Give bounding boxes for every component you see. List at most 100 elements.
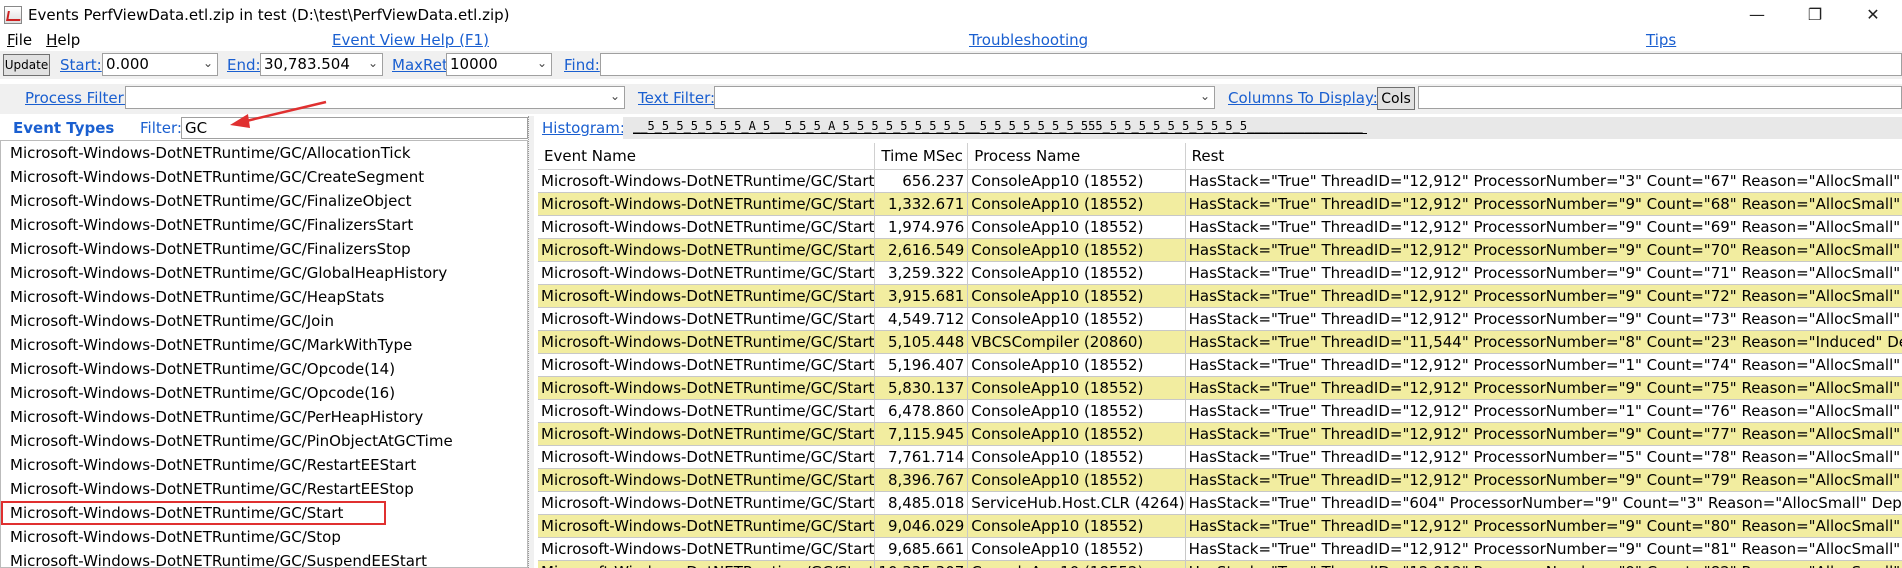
cell-event-name[interactable]: Microsoft-Windows-DotNETRuntime/GC/Start	[538, 422, 876, 446]
cell-event-name[interactable]: Microsoft-Windows-DotNETRuntime/GC/Start	[538, 468, 876, 492]
event-types-list[interactable]: Microsoft-Windows-DotNETRuntime/GC/Alloc…	[0, 140, 528, 568]
cell-process-name[interactable]: ConsoleApp10 (18552)	[967, 307, 1186, 331]
table-row[interactable]: Microsoft-Windows-DotNETRuntime/GC/Start…	[538, 330, 1902, 354]
cell-process-name[interactable]: ConsoleApp10 (18552)	[967, 376, 1186, 400]
cell-time-msec[interactable]: 7,115.945	[874, 422, 969, 446]
cell-rest[interactable]: HasStack="True" ThreadID="12,912" Proces…	[1185, 284, 1902, 308]
cell-process-name[interactable]: ConsoleApp10 (18552)	[967, 445, 1186, 469]
cell-process-name[interactable]: ConsoleApp10 (18552)	[967, 261, 1186, 285]
columns-input[interactable]	[1418, 86, 1902, 109]
table-row[interactable]: Microsoft-Windows-DotNETRuntime/GC/Start…	[538, 261, 1902, 285]
cell-time-msec[interactable]: 9,685.661	[874, 537, 969, 561]
table-row[interactable]: Microsoft-Windows-DotNETRuntime/GC/Start…	[538, 537, 1902, 561]
event-type-item[interactable]: Microsoft-Windows-DotNETRuntime/GC/Final…	[1, 237, 527, 261]
cell-time-msec[interactable]: 9,046.029	[874, 514, 969, 538]
table-row[interactable]: Microsoft-Windows-DotNETRuntime/GC/Start…	[538, 353, 1902, 377]
table-row[interactable]: Microsoft-Windows-DotNETRuntime/GC/Start…	[538, 376, 1902, 400]
cell-rest[interactable]: HasStack="True" ThreadID="12,912" Proces…	[1185, 307, 1902, 331]
table-row[interactable]: Microsoft-Windows-DotNETRuntime/GC/Start…	[538, 169, 1902, 193]
cell-process-name[interactable]: ConsoleApp10 (18552)	[967, 422, 1186, 446]
text-filter-combo[interactable]: ⌄	[714, 86, 1215, 109]
event-type-item[interactable]: Microsoft-Windows-DotNETRuntime/GC/Suspe…	[1, 549, 527, 567]
event-type-item[interactable]: Microsoft-Windows-DotNETRuntime/GC/HeapS…	[1, 285, 527, 309]
table-row[interactable]: Microsoft-Windows-DotNETRuntime/GC/Start…	[538, 560, 1902, 568]
event-type-item[interactable]: Microsoft-Windows-DotNETRuntime/GC/Final…	[1, 189, 527, 213]
table-row[interactable]: Microsoft-Windows-DotNETRuntime/GC/Start…	[538, 307, 1902, 331]
cell-event-name[interactable]: Microsoft-Windows-DotNETRuntime/GC/Start	[538, 307, 876, 331]
event-type-item[interactable]: Microsoft-Windows-DotNETRuntime/GC/Resta…	[1, 477, 527, 501]
cell-rest[interactable]: HasStack="True" ThreadID="12,912" Proces…	[1185, 560, 1902, 568]
maxret-combo[interactable]: 10000 ⌄	[446, 53, 552, 76]
cell-rest[interactable]: HasStack="True" ThreadID="12,912" Proces…	[1185, 353, 1902, 377]
cell-time-msec[interactable]: 1,974.976	[874, 215, 969, 239]
cell-time-msec[interactable]: 8,396.767	[874, 468, 969, 492]
update-button[interactable]: Update	[3, 54, 50, 76]
cell-process-name[interactable]: ConsoleApp10 (18552)	[967, 560, 1186, 568]
cell-rest[interactable]: HasStack="True" ThreadID="12,912" Proces…	[1185, 537, 1902, 561]
events-grid[interactable]: Event Name Time MSec Process Name Rest M…	[538, 143, 1902, 568]
cell-rest[interactable]: HasStack="True" ThreadID="604" Processor…	[1185, 491, 1902, 515]
cell-event-name[interactable]: Microsoft-Windows-DotNETRuntime/GC/Start	[538, 353, 876, 377]
cell-rest[interactable]: HasStack="True" ThreadID="12,912" Proces…	[1185, 514, 1902, 538]
event-type-item[interactable]: Microsoft-Windows-DotNETRuntime/GC/Globa…	[1, 261, 527, 285]
find-input[interactable]	[600, 53, 1902, 76]
event-type-item[interactable]: Microsoft-Windows-DotNETRuntime/GC/Final…	[1, 213, 527, 237]
cell-time-msec[interactable]: 2,616.549	[874, 238, 969, 262]
pane-splitter[interactable]	[528, 116, 534, 568]
cell-process-name[interactable]: ConsoleApp10 (18552)	[967, 169, 1186, 193]
cell-time-msec[interactable]: 6,478.860	[874, 399, 969, 423]
table-row[interactable]: Microsoft-Windows-DotNETRuntime/GC/Start…	[538, 491, 1902, 515]
cell-rest[interactable]: HasStack="True" ThreadID="12,912" Proces…	[1185, 376, 1902, 400]
cell-time-msec[interactable]: 1,332.671	[874, 192, 969, 216]
cell-event-name[interactable]: Microsoft-Windows-DotNETRuntime/GC/Start	[538, 238, 876, 262]
table-row[interactable]: Microsoft-Windows-DotNETRuntime/GC/Start…	[538, 514, 1902, 538]
cell-time-msec[interactable]: 7,761.714	[874, 445, 969, 469]
cell-process-name[interactable]: ConsoleApp10 (18552)	[967, 215, 1186, 239]
cell-process-name[interactable]: ConsoleApp10 (18552)	[967, 238, 1186, 262]
cell-event-name[interactable]: Microsoft-Windows-DotNETRuntime/GC/Start	[538, 215, 876, 239]
table-row[interactable]: Microsoft-Windows-DotNETRuntime/GC/Start…	[538, 422, 1902, 446]
cell-rest[interactable]: HasStack="True" ThreadID="12,912" Proces…	[1185, 468, 1902, 492]
cell-time-msec[interactable]: 3,915.681	[874, 284, 969, 308]
tips-link[interactable]: Tips	[1646, 31, 1676, 49]
table-row[interactable]: Microsoft-Windows-DotNETRuntime/GC/Start…	[538, 468, 1902, 492]
process-filter-combo[interactable]: ⌄	[125, 86, 625, 109]
event-type-item[interactable]: Microsoft-Windows-DotNETRuntime/GC/Stop	[1, 525, 527, 549]
cell-time-msec[interactable]: 10,335.307	[874, 560, 969, 568]
cell-time-msec[interactable]: 8,485.018	[874, 491, 969, 515]
cell-event-name[interactable]: Microsoft-Windows-DotNETRuntime/GC/Start	[538, 491, 876, 515]
table-row[interactable]: Microsoft-Windows-DotNETRuntime/GC/Start…	[538, 284, 1902, 308]
event-type-item[interactable]: Microsoft-Windows-DotNETRuntime/GC/Opcod…	[1, 357, 527, 381]
cell-process-name[interactable]: VBCSCompiler (20860)	[967, 330, 1186, 354]
event-type-item[interactable]: Microsoft-Windows-DotNETRuntime/GC/Join	[1, 309, 527, 333]
event-type-item[interactable]: Microsoft-Windows-DotNETRuntime/GC/Opcod…	[1, 381, 527, 405]
event-view-help-link[interactable]: Event View Help (F1)	[332, 31, 489, 49]
table-row[interactable]: Microsoft-Windows-DotNETRuntime/GC/Start…	[538, 399, 1902, 423]
cell-rest[interactable]: HasStack="True" ThreadID="12,912" Proces…	[1185, 192, 1902, 216]
end-combo[interactable]: 30,783.504 ⌄	[260, 53, 383, 76]
cell-rest[interactable]: HasStack="True" ThreadID="11,544" Proces…	[1185, 330, 1902, 354]
cell-event-name[interactable]: Microsoft-Windows-DotNETRuntime/GC/Start	[538, 284, 876, 308]
cell-time-msec[interactable]: 5,830.137	[874, 376, 969, 400]
event-type-item[interactable]: Microsoft-Windows-DotNETRuntime/GC/PerHe…	[1, 405, 527, 429]
troubleshooting-link[interactable]: Troubleshooting	[969, 31, 1088, 49]
event-type-item[interactable]: Microsoft-Windows-DotNETRuntime/GC/Start	[1, 501, 386, 525]
cell-time-msec[interactable]: 5,196.407	[874, 353, 969, 377]
cell-rest[interactable]: HasStack="True" ThreadID="12,912" Proces…	[1185, 261, 1902, 285]
cell-time-msec[interactable]: 656.237	[874, 169, 969, 193]
process-filter-label[interactable]: Process Filter:	[25, 89, 129, 107]
column-header-process-name[interactable]: Process Name	[967, 143, 1186, 170]
cell-time-msec[interactable]: 4,549.712	[874, 307, 969, 331]
event-type-item[interactable]: Microsoft-Windows-DotNETRuntime/GC/Resta…	[1, 453, 527, 477]
cell-event-name[interactable]: Microsoft-Windows-DotNETRuntime/GC/Start	[538, 330, 876, 354]
menu-file[interactable]: File	[0, 31, 39, 49]
cell-rest[interactable]: HasStack="True" ThreadID="12,912" Proces…	[1185, 422, 1902, 446]
cell-rest[interactable]: HasStack="True" ThreadID="12,912" Proces…	[1185, 238, 1902, 262]
table-row[interactable]: Microsoft-Windows-DotNETRuntime/GC/Start…	[538, 215, 1902, 239]
start-combo[interactable]: 0.000 ⌄	[102, 53, 218, 76]
cell-time-msec[interactable]: 3,259.322	[874, 261, 969, 285]
cell-event-name[interactable]: Microsoft-Windows-DotNETRuntime/GC/Start	[538, 560, 876, 568]
cell-time-msec[interactable]: 5,105.448	[874, 330, 969, 354]
table-row[interactable]: Microsoft-Windows-DotNETRuntime/GC/Start…	[538, 238, 1902, 262]
cell-rest[interactable]: HasStack="True" ThreadID="12,912" Proces…	[1185, 445, 1902, 469]
